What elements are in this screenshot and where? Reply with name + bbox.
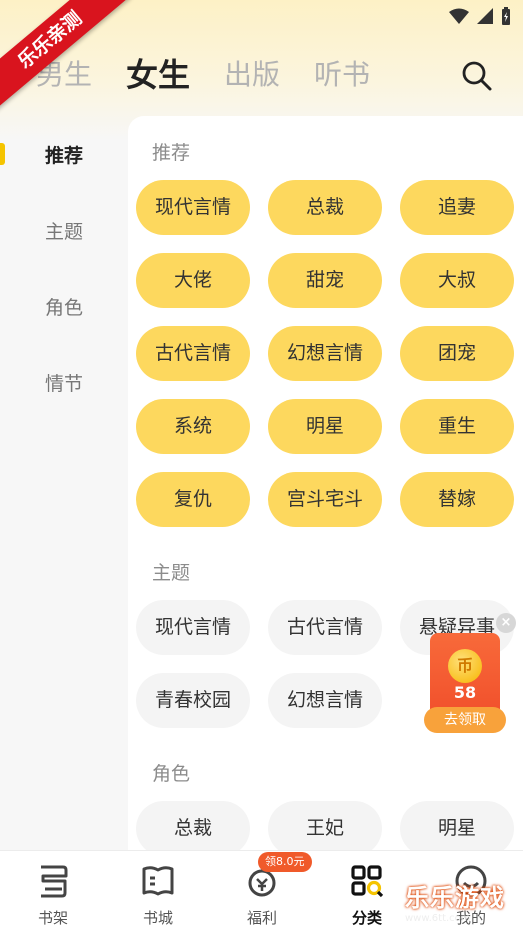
- nav-category[interactable]: 分类: [327, 863, 407, 928]
- chip-recommend[interactable]: 幻想言情: [268, 326, 382, 381]
- claim-reward-button[interactable]: 去领取: [424, 707, 506, 733]
- bookshelf-icon: [41, 865, 68, 898]
- category-panel: 推荐 现代言情 总裁 追妻 大佬 甜宠 大叔 古代言情 幻想言情 团宠 系统 明…: [128, 116, 523, 856]
- chip-role[interactable]: 明星: [400, 801, 514, 856]
- coin-icon: 币: [448, 649, 482, 683]
- top-tabs: 男生 女生 出版 听书: [36, 50, 370, 96]
- tab-female[interactable]: 女生: [126, 50, 190, 96]
- section-title-recommend: 推荐: [152, 142, 191, 164]
- nav-welfare[interactable]: 福利: [222, 863, 302, 928]
- chip-recommend[interactable]: 追妻: [400, 180, 514, 235]
- chip-recommend[interactable]: 替嫁: [400, 472, 514, 527]
- nav-bookshelf[interactable]: 书架: [13, 863, 93, 928]
- chip-theme[interactable]: 青春校园: [136, 673, 250, 728]
- chip-recommend[interactable]: 古代言情: [136, 326, 250, 381]
- chip-theme[interactable]: 幻想言情: [268, 673, 382, 728]
- tab-publish[interactable]: 出版: [224, 53, 280, 93]
- sidebar-item-recommend[interactable]: 推荐: [0, 141, 128, 168]
- chip-recommend[interactable]: 复仇: [136, 472, 250, 527]
- battery-icon: [502, 7, 510, 25]
- category-sidebar: 推荐 主题 角色 情节: [0, 115, 128, 850]
- sidebar-item-plot[interactable]: 情节: [0, 369, 128, 396]
- sidebar-item-role[interactable]: 角色: [0, 293, 128, 320]
- chip-recommend[interactable]: 大叔: [400, 253, 514, 308]
- nav-label: 书城: [142, 909, 173, 927]
- chip-theme[interactable]: 古代言情: [268, 600, 382, 655]
- section-title-role: 角色: [152, 763, 191, 785]
- chip-recommend[interactable]: 明星: [268, 399, 382, 454]
- nav-label: 福利: [246, 909, 277, 927]
- welfare-badge: 领8.0元: [258, 852, 312, 872]
- chip-theme[interactable]: 现代言情: [136, 600, 250, 655]
- chip-recommend[interactable]: 大佬: [136, 253, 250, 308]
- close-icon[interactable]: ×: [496, 613, 516, 633]
- watermark-url: www.6tt.com: [405, 913, 471, 924]
- search-icon: [462, 61, 492, 91]
- sidebar-item-theme[interactable]: 主题: [0, 217, 128, 244]
- watermark-text: 乐乐游戏: [405, 884, 505, 912]
- chip-recommend[interactable]: 系统: [136, 399, 250, 454]
- chip-recommend[interactable]: 总裁: [268, 180, 382, 235]
- chip-recommend[interactable]: 现代言情: [136, 180, 250, 235]
- chip-recommend[interactable]: 团宠: [400, 326, 514, 381]
- section-title-theme: 主题: [152, 562, 191, 584]
- wifi-icon: [449, 8, 469, 24]
- chip-role[interactable]: 王妃: [268, 801, 382, 856]
- signal-icon: [477, 8, 493, 24]
- category-icon: [351, 865, 384, 898]
- watermark: 乐乐游戏 www.6tt.com: [405, 878, 523, 931]
- floating-reward-widget[interactable]: 币 58 去领取 ×: [424, 613, 516, 733]
- chip-recommend[interactable]: 重生: [400, 399, 514, 454]
- chip-role[interactable]: 总裁: [136, 801, 250, 856]
- chip-recommend[interactable]: 甜宠: [268, 253, 382, 308]
- search-button[interactable]: [461, 60, 493, 92]
- bookstore-icon: [142, 866, 174, 896]
- chip-recommend[interactable]: 宫斗宅斗: [268, 472, 382, 527]
- nav-label: 分类: [351, 909, 382, 927]
- nav-bookstore[interactable]: 书城: [118, 863, 198, 928]
- reward-count: 58: [453, 683, 477, 702]
- tab-audiobook[interactable]: 听书: [314, 53, 370, 93]
- nav-label: 书架: [37, 909, 68, 927]
